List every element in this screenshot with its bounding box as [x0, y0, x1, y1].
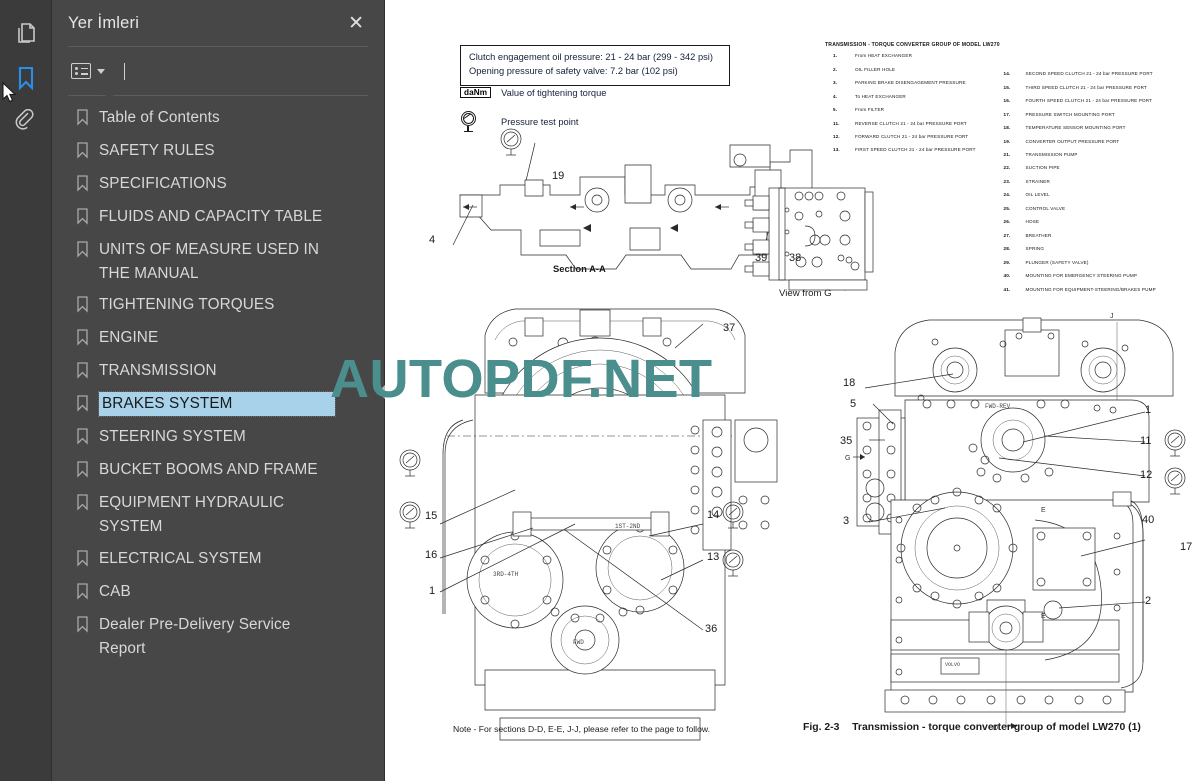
bookmark-item-label: TIGHTENING TORQUES [99, 296, 275, 314]
view-from-g-label: View from G [779, 288, 832, 299]
bookmark-item-label: Table of Contents [99, 109, 220, 126]
svg-text:J: J [1110, 313, 1114, 320]
bookmark-item-label: STEERING SYSTEM [99, 428, 246, 446]
bookmarks-panel-button[interactable] [6, 56, 46, 100]
callout-18: 18 [843, 377, 856, 389]
bookmark-icon [76, 395, 89, 417]
bookmarks-toolbar [52, 47, 384, 95]
callout-19: 19 [552, 170, 565, 182]
callout-17: 17 [1180, 541, 1193, 553]
callout-16: 16 [425, 549, 438, 561]
callout-2: 2 [1145, 595, 1152, 607]
bookmark-item-tightening-torques[interactable]: TIGHTENING TORQUES [52, 289, 384, 322]
bookmark-options-button[interactable] [68, 60, 108, 82]
panel-notch [103, 80, 113, 104]
bookmark-item-cab[interactable]: CAB [52, 576, 384, 609]
bookmarks-panel-header: Yer İmleri ✕ [52, 0, 384, 46]
svg-text:VOLVO: VOLVO [945, 662, 960, 668]
bookmark-icon [76, 142, 89, 164]
transmission-side-view-drawing: J J FWD-REV [845, 313, 1186, 732]
bookmark-item-fluids-and-capacity-table[interactable]: FLUIDS AND CAPACITY TABLE [52, 201, 384, 234]
bookmark-item-label: CAB [99, 582, 131, 600]
pages-thumbnail-icon [14, 21, 38, 47]
bookmark-icon [76, 175, 89, 197]
callout-37: 37 [723, 322, 736, 334]
bookmark-item-units-of-measure-used-in-the-manual[interactable]: UNITS OF MEASURE USED IN THE MANUAL [52, 234, 384, 289]
svg-text:E: E [1041, 613, 1046, 620]
bookmark-item-label: ELECTRICAL SYSTEM [99, 549, 262, 567]
bookmark-icon [76, 296, 89, 318]
bookmark-item-label: SAFETY RULES [99, 142, 215, 159]
callout-36: 36 [705, 623, 718, 635]
thumbnails-panel-button[interactable] [6, 12, 46, 56]
bookmark-icon [76, 109, 89, 131]
callout-3: 3 [843, 515, 850, 527]
bookmark-item-table-of-contents[interactable]: Table of Contents [52, 102, 384, 135]
bookmark-icon [76, 494, 89, 516]
callout-11: 11 [1140, 435, 1152, 447]
bookmark-icon [76, 583, 89, 605]
bookmark-icon [76, 616, 89, 638]
pdf-viewer-window: Yer İmleri ✕ Table of Contents SAFETY RUL… [0, 0, 1200, 781]
callout-1-right: 1 [1145, 404, 1152, 416]
chevron-down-icon [97, 68, 105, 74]
bookmark-item-label: Dealer Pre-Delivery Service Report [99, 615, 291, 657]
text-caret [124, 62, 125, 80]
bookmark-item-label: SPECIFICATIONS [99, 175, 227, 192]
svg-text:E: E [1041, 507, 1046, 514]
callout-5: 5 [850, 398, 857, 410]
bookmark-item-dealer-pre-delivery-service-report[interactable]: Dealer Pre-Delivery Service Report [52, 609, 384, 664]
bookmark-item-label: BRAKES SYSTEM [98, 391, 336, 418]
bookmark-item-bucket-booms-and-frame[interactable]: BUCKET BOOMS AND FRAME [52, 454, 384, 487]
callout-40: 40 [1142, 514, 1155, 526]
bookmark-item-label: FLUIDS AND CAPACITY TABLE [99, 208, 323, 225]
bookmark-item-electrical-system[interactable]: ELECTRICAL SYSTEM [52, 543, 384, 576]
bookmark-icon [76, 550, 89, 572]
callout-4: 4 [429, 234, 436, 246]
bookmark-icon [76, 208, 89, 230]
bookmark-item-label: EQUIPMENT HYDRAULIC SYSTEM [99, 494, 285, 536]
bookmark-icon [76, 461, 89, 483]
callout-14: 14 [707, 509, 720, 521]
svg-text:FWD-REV: FWD-REV [985, 403, 1011, 410]
bookmark-item-label: TRANSMISSION [99, 362, 217, 380]
bookmark-item-label: UNITS OF MEASURE USED IN THE MANUAL [99, 241, 319, 282]
figure-title: Transmission - torque converter group of… [852, 722, 1141, 733]
watermark-autopdf-overlap: AUTOPDF.NET [330, 349, 713, 409]
callout-13: 13 [707, 551, 720, 563]
bookmark-icon [15, 65, 37, 91]
bookmark-item-safety-rules[interactable]: SAFETY RULES [52, 135, 384, 168]
callout-1-left: 1 [429, 585, 436, 597]
bookmark-icon [76, 428, 89, 450]
close-panel-button[interactable]: ✕ [342, 10, 370, 37]
bookmark-item-label: BUCKET BOOMS AND FRAME [99, 461, 318, 479]
bookmark-item-steering-system[interactable]: STEERING SYSTEM [52, 421, 384, 454]
svg-text:1ST-2ND: 1ST-2ND [615, 523, 641, 530]
bookmark-icon [76, 329, 89, 351]
page-note: Note - For sections D-D, E-E, J-J, pleas… [453, 724, 710, 734]
callout-38: 38 [789, 252, 802, 264]
callout-15: 15 [425, 510, 438, 522]
sidebar-icon-rail [0, 0, 52, 781]
bookmark-item-specifications[interactable]: SPECIFICATIONS [52, 168, 384, 201]
paperclip-attachment-icon [14, 109, 38, 135]
callout-12: 12 [1140, 469, 1153, 481]
attachments-panel-button[interactable] [6, 100, 46, 144]
figure-caption: Fig. 2-3 Transmission - torque converter… [803, 722, 1141, 733]
bookmark-icon [76, 241, 89, 263]
svg-text:G: G [845, 455, 850, 462]
callout-35: 35 [840, 435, 853, 447]
bookmarks-panel-title: Yer İmleri [68, 13, 140, 32]
list-options-icon [71, 63, 91, 79]
figure-number: Fig. 2-3 [803, 722, 840, 733]
bookmark-item-equipment-hydraulic-system[interactable]: EQUIPMENT HYDRAULIC SYSTEM [52, 487, 384, 542]
callout-39: 39 [755, 252, 768, 264]
svg-text:FWD: FWD [573, 639, 584, 646]
svg-text:3RD-4TH: 3RD-4TH [493, 571, 519, 578]
bookmark-list[interactable]: Table of Contents SAFETY RULES SPECIFICATI… [52, 96, 384, 781]
bookmark-item-label: ENGINE [99, 329, 159, 347]
bookmark-icon [76, 362, 89, 384]
section-aa-label: Section A-A [553, 263, 606, 274]
